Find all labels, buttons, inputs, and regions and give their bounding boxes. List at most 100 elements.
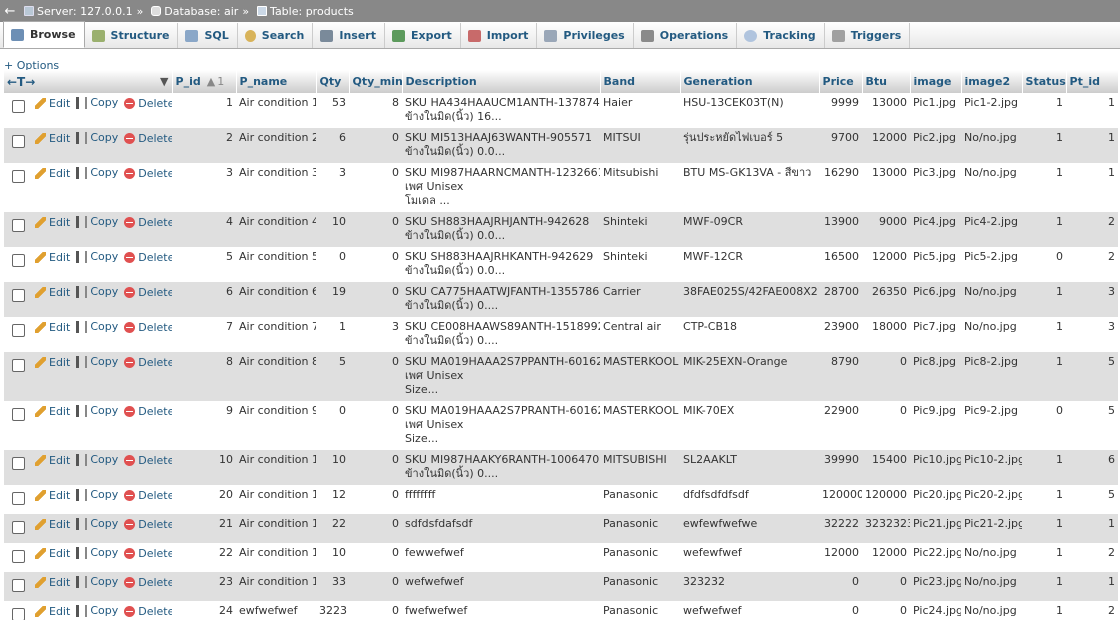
edit-link[interactable]: Edit — [35, 547, 70, 561]
edit-link[interactable]: Edit — [35, 489, 70, 503]
delete-link[interactable]: Delete — [124, 405, 172, 419]
edit-link[interactable]: Edit — [35, 286, 70, 300]
delete-link[interactable]: Delete — [124, 167, 172, 181]
edit-link[interactable]: Edit — [35, 321, 70, 335]
breadcrumb-server[interactable]: Server: 127.0.0.1» — [24, 5, 147, 18]
table-row[interactable]: EditCopyDelete23Air condition 14330wefwe… — [4, 572, 1119, 601]
copy-link[interactable]: Copy — [76, 355, 118, 369]
delete-link[interactable]: Delete — [124, 132, 172, 146]
column-image[interactable]: image — [910, 70, 962, 93]
delete-link[interactable]: Delete — [124, 576, 172, 590]
breadcrumb-database[interactable]: Database: air » — [151, 5, 253, 18]
row-checkbox[interactable] — [12, 324, 25, 337]
delete-link[interactable]: Delete — [124, 321, 172, 335]
copy-link[interactable]: Copy — [76, 96, 118, 110]
column-generation[interactable]: Generation — [680, 70, 820, 93]
delete-link[interactable]: Delete — [124, 547, 172, 561]
copy-link[interactable]: Copy — [76, 517, 118, 531]
copy-link[interactable]: Copy — [76, 250, 118, 264]
row-checkbox[interactable] — [12, 359, 25, 372]
dropdown-icon[interactable]: ▼ — [160, 75, 168, 88]
edit-link[interactable]: Edit — [35, 216, 70, 230]
delete-link[interactable]: Delete — [124, 454, 172, 468]
column-price[interactable]: Price — [819, 70, 863, 93]
edit-link[interactable]: Edit — [35, 576, 70, 590]
tab-operations[interactable]: Operations — [634, 23, 738, 48]
column-status[interactable]: Status — [1022, 70, 1067, 93]
edit-link[interactable]: Edit — [35, 605, 70, 619]
breadcrumb-table[interactable]: Table: products — [257, 5, 354, 18]
table-row[interactable]: Edit Copy Delete21Air condition 12220sdfds… — [4, 514, 1119, 543]
tab-import[interactable]: Import — [461, 23, 538, 48]
edit-link[interactable]: Edit — [35, 518, 70, 532]
table-row[interactable]: Edit Copy Delete22Air condition 13100fewwe… — [4, 543, 1119, 572]
table-row[interactable]: EditCopyDelete10Air condition 10100SKU M… — [4, 450, 1119, 485]
edit-link[interactable]: Edit — [35, 97, 70, 111]
table-row[interactable]: Edit Copy Delete 6 Air condition 6 19 0 SKU CA7… — [4, 282, 1119, 317]
tab-privileges[interactable]: Privileges — [537, 23, 634, 48]
edit-link[interactable]: Edit — [35, 356, 70, 370]
row-checkbox[interactable] — [12, 289, 25, 302]
copy-link[interactable]: Copy — [76, 453, 118, 467]
copy-link[interactable]: Copy — [76, 166, 118, 180]
delete-link[interactable]: Delete — [124, 97, 172, 111]
tab-export[interactable]: Export — [385, 23, 461, 48]
table-row[interactable]: Edit Copy Delete 3 Air condition 3 3 0 SKU MI98… — [4, 163, 1119, 212]
delete-link[interactable]: Delete — [124, 286, 172, 300]
delete-link[interactable]: Delete — [124, 356, 172, 370]
edit-link[interactable]: Edit — [35, 405, 70, 419]
delete-link[interactable]: Delete — [124, 489, 172, 503]
row-checkbox[interactable] — [12, 408, 25, 421]
copy-link[interactable]: Copy — [76, 131, 118, 145]
tab-sql[interactable]: SQL — [178, 23, 238, 48]
delete-link[interactable]: Delete — [124, 605, 172, 619]
column-arrows[interactable]: ←T→ ▼ — [4, 70, 173, 93]
row-checkbox[interactable] — [12, 492, 25, 505]
row-checkbox[interactable] — [12, 608, 25, 620]
copy-link[interactable]: Copy — [76, 488, 118, 502]
column-qty[interactable]: Qty — [316, 70, 350, 93]
column-btu[interactable]: Btu — [862, 70, 911, 93]
tab-insert[interactable]: Insert — [313, 23, 385, 48]
row-checkbox[interactable] — [12, 521, 25, 534]
back-arrow-icon[interactable]: ← — [0, 4, 20, 19]
breadcrumb-server-label[interactable]: Server: 127.0.0.1 — [37, 5, 133, 18]
table-row[interactable]: Edit Copy Delete 8 Air condition 8 5 0 SKU MA01… — [4, 352, 1119, 401]
table-row[interactable]: Edit Copy Delete 5 Air condition 5 0 0 SKU SH88… — [4, 247, 1119, 282]
delete-link[interactable]: Delete — [124, 251, 172, 265]
row-checkbox[interactable] — [12, 135, 25, 148]
edit-link[interactable]: Edit — [35, 454, 70, 468]
tab-triggers[interactable]: Triggers — [825, 23, 911, 48]
table-row[interactable]: Edit Copy Delete 1 Air condition 1 53 8 SKU HA4… — [4, 93, 1119, 128]
column-image2[interactable]: image2 — [961, 70, 1023, 93]
row-checkbox[interactable] — [12, 457, 25, 470]
column-move-arrows-icon[interactable]: ←T→ — [7, 75, 35, 89]
column-p-id-label[interactable]: P_id — [176, 75, 201, 88]
copy-link[interactable]: Copy — [76, 546, 118, 560]
breadcrumb-database-label[interactable]: Database: air — [164, 5, 238, 18]
edit-link[interactable]: Edit — [35, 132, 70, 146]
column-p-id[interactable]: P_id ▲ 1 — [172, 70, 237, 93]
column-qty-min[interactable]: Qty_min — [349, 70, 403, 93]
copy-link[interactable]: Copy — [76, 285, 118, 299]
row-checkbox[interactable] — [12, 100, 25, 113]
row-checkbox[interactable] — [12, 550, 25, 563]
table-row[interactable]: Edit Copy Delete 24 ewfwefwef 3223 0 fwefwefwef… — [4, 601, 1119, 620]
table-row[interactable]: Edit Copy Delete 9 Air condition 9 0 0 SKU MA01… — [4, 401, 1119, 450]
delete-link[interactable]: Delete — [124, 216, 172, 230]
tab-structure[interactable]: Structure — [85, 23, 179, 48]
tab-browse[interactable]: Browse — [3, 21, 85, 48]
tab-search[interactable]: Search — [238, 23, 314, 48]
copy-link[interactable]: Copy — [76, 575, 118, 589]
breadcrumb-table-label[interactable]: Table: products — [270, 5, 354, 18]
table-row[interactable]: Edit Copy Delete20Air condition 11120fffff… — [4, 485, 1119, 514]
column-pt-id[interactable]: Pt_id — [1066, 70, 1119, 93]
table-row[interactable]: Edit Copy Delete 7 Air condition 7 1 3 SKU CE00… — [4, 317, 1119, 352]
edit-link[interactable]: Edit — [35, 251, 70, 265]
column-band[interactable]: Band — [600, 70, 681, 93]
tab-tracking[interactable]: Tracking — [737, 23, 825, 48]
row-checkbox[interactable] — [12, 219, 25, 232]
row-checkbox[interactable] — [12, 254, 25, 267]
edit-link[interactable]: Edit — [35, 167, 70, 181]
row-checkbox[interactable] — [12, 170, 25, 183]
